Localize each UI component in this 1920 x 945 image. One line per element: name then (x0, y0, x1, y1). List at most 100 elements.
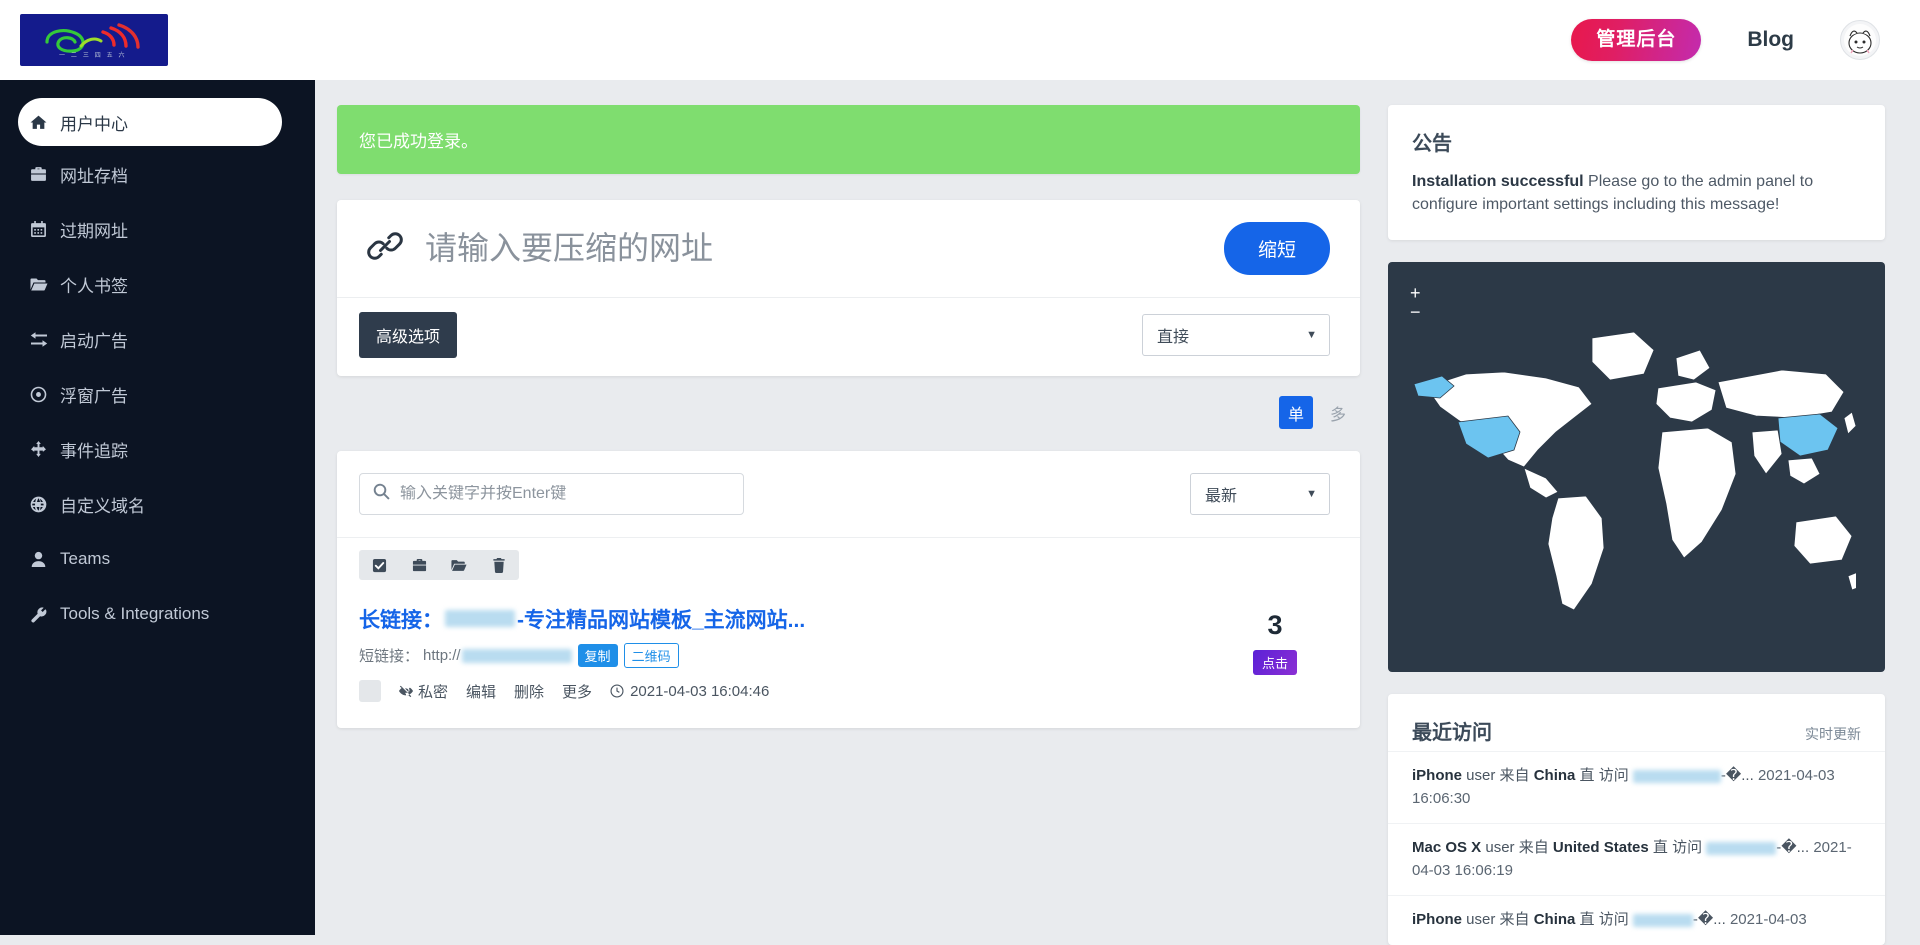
list-item: iPhone user 来自 China 直 访问 -�... 2021-04-… (1388, 895, 1885, 945)
sidebar-item-launch-ads[interactable]: 启动广告 (0, 312, 315, 366)
created-date: 2021-04-03 16:04:46 (610, 683, 769, 700)
redacted-visit-url (1633, 914, 1693, 927)
link-details: 长链接： -专注精品网站模板_主流网站... 短链接： http:// 复制 二… (359, 604, 1220, 702)
target-icon (30, 386, 60, 403)
sort-select[interactable]: 最新 ▼ (1190, 473, 1330, 515)
list-header: 最新 ▼ (337, 451, 1360, 537)
delete-icon[interactable] (479, 550, 519, 580)
url-input[interactable] (425, 230, 1204, 267)
short-link-prefix: http:// (423, 647, 461, 664)
sidebar-label: 个人书签 (60, 272, 128, 297)
click-count: 3 (1267, 610, 1282, 641)
folder-icon[interactable] (439, 550, 479, 580)
logo-image[interactable]: 一 二 三 四 五 六 (20, 14, 168, 66)
private-action[interactable]: 私密 (399, 681, 448, 702)
top-header: 一 二 三 四 五 六 管理后台 Blog (0, 0, 1920, 80)
world-map-widget[interactable]: + − (1388, 262, 1885, 672)
arrows-icon (30, 441, 60, 458)
edit-action[interactable]: 编辑 (466, 681, 496, 702)
long-link-title[interactable]: 长链接： -专注精品网站模板_主流网站... (359, 604, 1220, 634)
sidebar-item-event-tracking[interactable]: 事件追踪 (0, 422, 315, 476)
notice-panel: 公告 Installation successful Please go to … (1388, 105, 1885, 240)
row-checkbox[interactable] (359, 680, 381, 702)
sidebar-label: 过期网址 (60, 217, 128, 242)
sidebar-item-floating-ads[interactable]: 浮窗广告 (0, 367, 315, 421)
admin-panel-button[interactable]: 管理后台 (1571, 19, 1701, 62)
redirect-type-select[interactable]: 直接 ▼ (1142, 314, 1330, 356)
visit-mid: user 来自 (1462, 767, 1534, 784)
redacted-domain (445, 610, 515, 627)
more-action[interactable]: 更多 (562, 681, 592, 702)
notice-title: 公告 (1388, 105, 1885, 156)
private-label: 私密 (418, 681, 448, 702)
table-row: 长链接： -专注精品网站模板_主流网站... 短链接： http:// 复制 二… (337, 590, 1360, 728)
sidebar-item-url-archive[interactable]: 网址存档 (0, 147, 315, 201)
briefcase-icon (30, 166, 60, 183)
search-icon (373, 483, 390, 505)
live-update-link[interactable]: 实时更新 (1805, 724, 1861, 744)
sort-value: 最新 (1205, 482, 1237, 506)
shorten-button[interactable]: 缩短 (1224, 222, 1330, 275)
qrcode-button[interactable]: 二维码 (624, 643, 679, 668)
sidebar-item-teams[interactable]: Teams (0, 532, 315, 586)
sidebar-item-user-center[interactable]: 用户中心 (18, 98, 282, 146)
visit-device: iPhone (1412, 911, 1462, 928)
sidebar-label: 网址存档 (60, 162, 128, 187)
delete-action[interactable]: 删除 (514, 681, 544, 702)
sidebar-item-custom-domain[interactable]: 自定义域名 (0, 477, 315, 531)
notice-body: Installation successful Please go to the… (1388, 156, 1885, 240)
shorten-input-row: 缩短 (337, 200, 1360, 298)
notice-bold: Installation successful (1412, 173, 1584, 190)
advanced-options-button[interactable]: 高级选项 (359, 312, 457, 358)
sidebar-item-expired-urls[interactable]: 过期网址 (0, 202, 315, 256)
user-icon (30, 551, 60, 568)
exchange-icon (30, 331, 60, 348)
search-input[interactable] (400, 485, 743, 503)
short-link-label: 短链接： (359, 645, 419, 666)
left-sidebar: 用户中心 网址存档 过期网址 个人书签 启动广告 浮窗广告 事件 (0, 80, 315, 935)
visit-country: China (1534, 911, 1576, 928)
copy-button[interactable]: 复制 (578, 644, 618, 667)
visit-mid: user 来自 (1462, 911, 1534, 928)
redacted-visit-url (1633, 770, 1721, 783)
avatar-cartoon-icon (1843, 23, 1877, 57)
recent-visits-header: 最近访问 实时更新 (1388, 694, 1885, 751)
map-zoom-controls: + − (1410, 284, 1421, 322)
globe-icon (30, 496, 60, 513)
sidebar-label: 浮窗广告 (60, 382, 128, 407)
sidebar-item-bookmarks[interactable]: 个人书签 (0, 257, 315, 311)
archive-icon[interactable] (399, 550, 439, 580)
visit-suffix: -�... (1776, 839, 1809, 856)
sidebar-label: 启动广告 (60, 327, 128, 352)
chevron-down-icon: ▼ (1306, 488, 1317, 500)
view-multi-button[interactable]: 多 (1321, 396, 1355, 429)
eye-slash-icon (399, 684, 413, 698)
user-avatar[interactable] (1840, 20, 1880, 60)
sidebar-label: 用户中心 (60, 110, 128, 135)
link-meta-line: 私密 编辑 删除 更多 2021-04-03 16:04:46 (359, 680, 1220, 702)
chevron-down-icon: ▼ (1306, 329, 1317, 341)
map-zoom-in-button[interactable]: + (1410, 284, 1421, 303)
click-stats: 3 点击 (1220, 604, 1330, 702)
visit-country: United States (1553, 839, 1649, 856)
select-all-icon[interactable] (359, 550, 399, 580)
click-badge[interactable]: 点击 (1253, 650, 1297, 675)
sidebar-item-tools-integrations[interactable]: Tools & Integrations (0, 587, 315, 641)
home-icon (30, 114, 60, 131)
list-item: iPhone user 来自 China 直 访问 -�... 2021-04-… (1388, 751, 1885, 823)
visit-mid: user 来自 (1481, 839, 1553, 856)
map-zoom-out-button[interactable]: − (1410, 303, 1421, 322)
visit-country: China (1534, 767, 1576, 784)
visit-suffix: -�... (1693, 911, 1726, 928)
search-box[interactable] (359, 473, 744, 515)
long-link-suffix: -专注精品网站模板_主流网站... (517, 604, 805, 634)
created-date-text: 2021-04-03 16:04:46 (630, 683, 769, 700)
folder-open-icon (30, 276, 60, 293)
view-single-button[interactable]: 单 (1279, 396, 1313, 429)
long-link-label: 长链接： (359, 604, 443, 634)
main-content: 您已成功登录。 缩短 高级选项 直接 ▼ 单 多 (315, 80, 1395, 935)
visit-action: 直 访问 (1575, 767, 1633, 784)
blog-link[interactable]: Blog (1747, 28, 1794, 52)
sidebar-label: 自定义域名 (60, 492, 145, 517)
calendar-icon (30, 221, 60, 238)
